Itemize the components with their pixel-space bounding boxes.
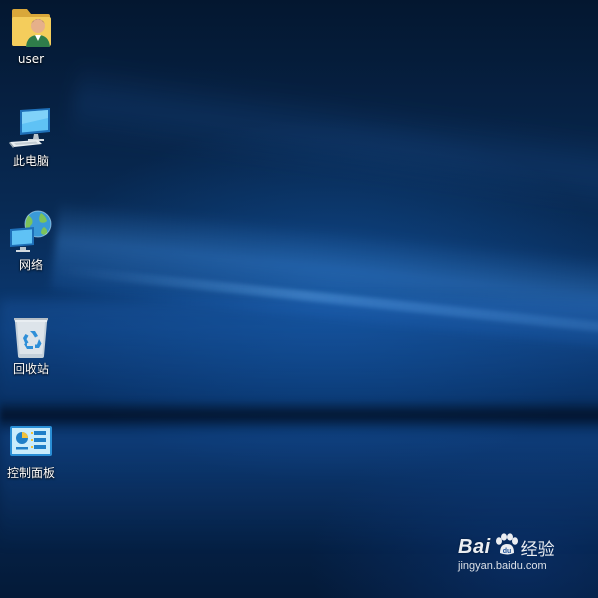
desktop-icon-label: 控制面板 [6,466,55,480]
desktop[interactable]: user 此电脑 网络 回收站 控制面板 Bai du 经验 jingyan.b… [0,0,598,598]
baidu-jingyan-watermark: Bai du 经验 jingyan.baidu.com [458,533,578,584]
desktop-icon-this-pc[interactable]: 此电脑 [0,104,62,168]
desktop-icon-label: 回收站 [12,362,49,376]
recycle-bin-icon [7,312,55,360]
wallpaper-light-beam [0,430,598,550]
wallpaper-light-beam [0,300,598,400]
watermark-url: jingyan.baidu.com [458,560,547,572]
network-icon [7,208,55,256]
desktop-icon-label: user [17,52,45,66]
wallpaper-light-beam [68,60,598,218]
desktop-icon-network[interactable]: 网络 [0,208,62,272]
svg-text:du: du [502,548,511,555]
paw-icon: du [493,533,519,561]
wallpaper-shadow-band [0,400,598,430]
wallpaper-light-beam [50,200,598,355]
watermark-brand: Bai [458,535,491,558]
desktop-icon-control-panel[interactable]: 控制面板 [0,416,62,480]
wallpaper-light-beam [58,265,598,340]
control-panel-icon [7,416,55,464]
desktop-icon-label: 网络 [18,258,43,272]
desktop-icon-label: 此电脑 [12,154,49,168]
watermark-product: 经验 [520,539,555,560]
user-folder-icon [7,2,55,50]
computer-icon [7,104,55,152]
desktop-icon-user[interactable]: user [0,2,62,66]
desktop-icon-recycle-bin[interactable]: 回收站 [0,312,62,376]
